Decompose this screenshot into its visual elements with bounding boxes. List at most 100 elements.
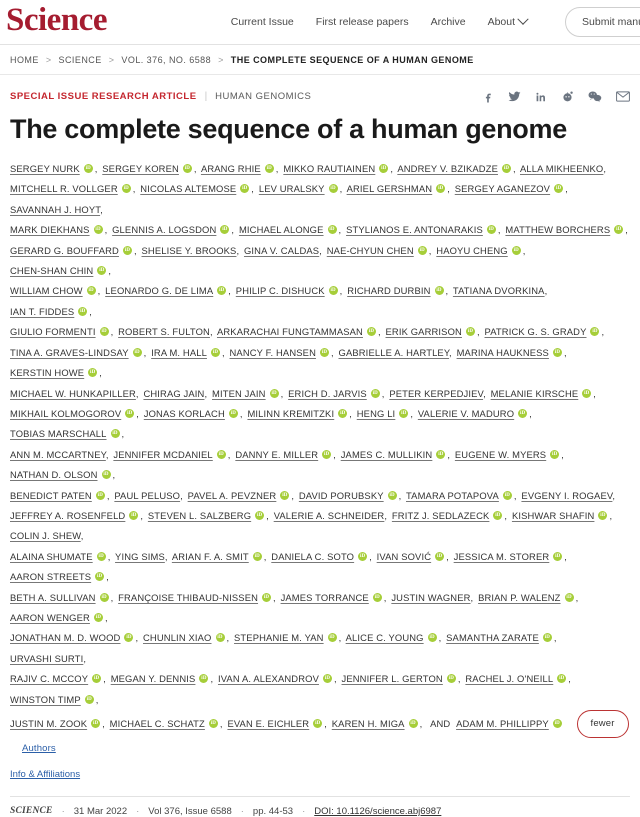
- author-name[interactable]: MELANIE KIRSCHE: [491, 388, 579, 399]
- orcid-icon[interactable]: [399, 409, 408, 418]
- orcid-icon[interactable]: [84, 164, 93, 173]
- author-name[interactable]: NAE-CHYUN CHEN: [327, 245, 414, 256]
- author-name[interactable]: PAUL PELUSO: [114, 490, 180, 501]
- author-name[interactable]: NICOLAS ALTEMOSE: [140, 183, 236, 194]
- author-name[interactable]: VALERIE A. SCHNEIDER: [274, 510, 385, 521]
- author-name[interactable]: FRANÇOISE THIBAUD-NISSEN: [118, 592, 258, 603]
- author-name[interactable]: ALICE C. YOUNG: [346, 632, 424, 643]
- orcid-icon[interactable]: [466, 327, 475, 336]
- nav-item-first-release-papers[interactable]: First release papers: [316, 16, 409, 28]
- orcid-icon[interactable]: [125, 409, 134, 418]
- orcid-icon[interactable]: [265, 164, 274, 173]
- orcid-icon[interactable]: [216, 633, 225, 642]
- author-name[interactable]: CHUNLIN XIAO: [143, 632, 211, 643]
- orcid-icon[interactable]: [323, 674, 332, 683]
- fewer-authors-button[interactable]: fewer: [577, 710, 629, 738]
- author-name[interactable]: PETER KERPEDJIEV: [389, 388, 483, 399]
- author-name[interactable]: HAOYU CHENG: [436, 245, 507, 256]
- orcid-icon[interactable]: [550, 450, 559, 459]
- orcid-icon[interactable]: [543, 633, 552, 642]
- breadcrumb-item-volume[interactable]: VOL. 376, NO. 6588: [121, 55, 211, 65]
- orcid-icon[interactable]: [229, 409, 238, 418]
- author-name[interactable]: MATTHEW BORCHERS: [505, 224, 610, 235]
- author-name[interactable]: DANNY E. MILLER: [235, 449, 318, 460]
- author-name[interactable]: JENNIFER L. GERTON: [342, 673, 443, 684]
- orcid-icon[interactable]: [253, 552, 262, 561]
- author-name[interactable]: TAMARA POTAPOVA: [406, 490, 499, 501]
- info-affiliations-link[interactable]: Info & Affiliations: [10, 769, 80, 780]
- author-name[interactable]: NANCY F. HANSEN: [230, 347, 316, 358]
- author-name[interactable]: PATRICK G. S. GRADY: [484, 326, 586, 337]
- orcid-icon[interactable]: [328, 225, 337, 234]
- author-name[interactable]: YING SIMS: [115, 551, 165, 562]
- submit-manuscript-button[interactable]: Submit manuscript: [565, 7, 640, 37]
- facebook-icon[interactable]: [482, 91, 494, 103]
- author-name[interactable]: STEVEN L. SALZBERG: [148, 510, 251, 521]
- author-name[interactable]: ARIEL GERSHMAN: [347, 183, 433, 194]
- author-name[interactable]: TOBIAS MARSCHALL: [10, 428, 107, 439]
- orcid-icon[interactable]: [270, 389, 279, 398]
- author-name[interactable]: VALERIE V. MADURO: [418, 408, 514, 419]
- author-name[interactable]: JENNIFER MCDANIEL: [113, 449, 212, 460]
- authors-link[interactable]: Authors: [22, 743, 56, 754]
- orcid-icon[interactable]: [553, 552, 562, 561]
- orcid-icon[interactable]: [123, 246, 132, 255]
- orcid-icon[interactable]: [220, 225, 229, 234]
- orcid-icon[interactable]: [614, 225, 623, 234]
- orcid-icon[interactable]: [94, 613, 103, 622]
- author-name[interactable]: RAJIV C. MCCOY: [10, 673, 88, 684]
- author-name[interactable]: IVAN A. ALEXANDROV: [218, 673, 319, 684]
- orcid-icon[interactable]: [358, 552, 367, 561]
- author-name[interactable]: ANDREY V. BZIKADZE: [397, 163, 498, 174]
- author-name[interactable]: JEFFREY A. ROSENFELD: [10, 510, 125, 521]
- author-name[interactable]: JONAS KORLACH: [144, 408, 225, 419]
- author-name[interactable]: MARK DIEKHANS: [10, 224, 90, 235]
- orcid-icon[interactable]: [512, 246, 521, 255]
- orcid-icon[interactable]: [582, 389, 591, 398]
- orcid-icon[interactable]: [553, 348, 562, 357]
- author-name[interactable]: IAN T. FIDDES: [10, 306, 74, 317]
- author-name[interactable]: GERARD G. BOUFFARD: [10, 245, 119, 256]
- orcid-icon[interactable]: [518, 409, 527, 418]
- orcid-icon[interactable]: [255, 511, 264, 520]
- author-name[interactable]: PAVEL A. PEVZNER: [188, 490, 277, 501]
- orcid-icon[interactable]: [590, 327, 599, 336]
- orcid-icon[interactable]: [124, 633, 133, 642]
- author-name[interactable]: BRIAN P. WALENZ: [478, 592, 560, 603]
- author-name[interactable]: SERGEY NURK: [10, 163, 80, 174]
- orcid-icon[interactable]: [111, 429, 120, 438]
- author-name[interactable]: ERICH D. JARVIS: [288, 388, 367, 399]
- email-icon[interactable]: [616, 91, 630, 102]
- orcid-icon[interactable]: [100, 593, 109, 602]
- author-name[interactable]: SHELISE Y. BROOKS: [142, 245, 237, 256]
- author-name[interactable]: ERIK GARRISON: [386, 326, 462, 337]
- orcid-icon[interactable]: [565, 593, 574, 602]
- author-name[interactable]: ARANG RHIE: [201, 163, 261, 174]
- author-name[interactable]: MITEN JAIN: [212, 388, 266, 399]
- orcid-icon[interactable]: [95, 572, 104, 581]
- author-name[interactable]: LEONARDO G. DE LIMA: [105, 285, 213, 296]
- orcid-icon[interactable]: [209, 719, 218, 728]
- author-name[interactable]: ANN M. MCCARTNEY: [10, 449, 106, 460]
- orcid-icon[interactable]: [240, 184, 249, 193]
- author-name[interactable]: EVAN E. EICHLER: [227, 718, 309, 729]
- author-name[interactable]: ROBERT S. FULTON: [118, 326, 210, 337]
- author-name[interactable]: COLIN J. SHEW: [10, 530, 81, 541]
- author-name[interactable]: SAVANNAH J. HOYT: [10, 204, 100, 215]
- orcid-icon[interactable]: [78, 307, 87, 316]
- orcid-icon[interactable]: [280, 491, 289, 500]
- author-name[interactable]: TATIANA DVORKINA: [453, 285, 545, 296]
- author-name[interactable]: ARIAN F. A. SMIT: [172, 551, 249, 562]
- orcid-icon[interactable]: [388, 491, 397, 500]
- orcid-icon[interactable]: [367, 327, 376, 336]
- orcid-icon[interactable]: [447, 674, 456, 683]
- orcid-icon[interactable]: [129, 511, 138, 520]
- author-name[interactable]: DANIELA C. SOTO: [271, 551, 354, 562]
- author-name[interactable]: BENEDICT PATEN: [10, 490, 92, 501]
- author-name[interactable]: ARKARACHAI FUNGTAMMASAN: [217, 326, 363, 337]
- orcid-icon[interactable]: [409, 719, 418, 728]
- author-name[interactable]: JAMES TORRANCE: [281, 592, 369, 603]
- orcid-icon[interactable]: [436, 184, 445, 193]
- author-name[interactable]: MARINA HAUKNESS: [457, 347, 549, 358]
- orcid-icon[interactable]: [502, 164, 511, 173]
